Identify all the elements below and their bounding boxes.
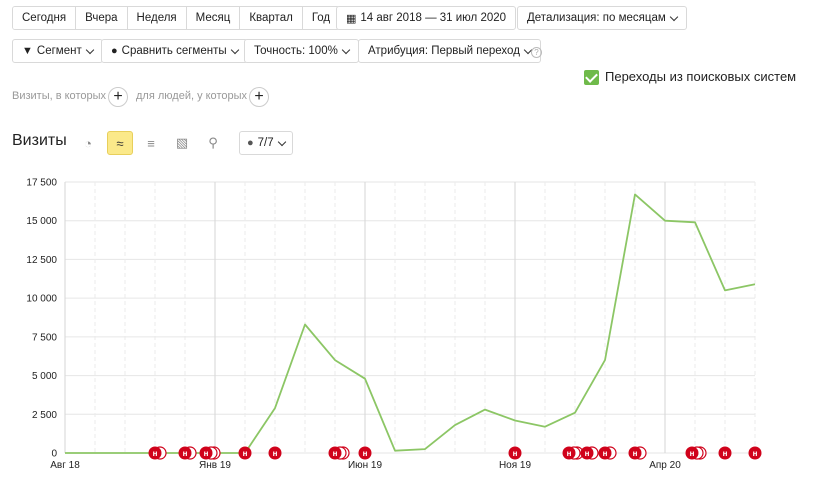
period-yesterday-button[interactable]: Вчера: [76, 7, 128, 29]
period-week-button[interactable]: Неделя: [127, 7, 187, 29]
chevron-down-icon: [230, 45, 239, 54]
x-tick-label: Июн 19: [348, 460, 383, 471]
period-month-button[interactable]: Месяц: [186, 7, 241, 29]
attribution-dropdown[interactable]: Атрибуция: Первый переход: [358, 39, 541, 63]
drops-icon: ●: [111, 45, 118, 57]
area-chart-icon[interactable]: ≡: [138, 131, 164, 155]
map-pin-icon[interactable]: ⚲: [200, 131, 226, 155]
pie-chart-icon[interactable]: ◔: [75, 131, 101, 155]
annotation-marker-label: н: [333, 449, 338, 458]
annotation-marker-label: н: [723, 449, 728, 458]
segment-label: Сегмент: [36, 45, 82, 57]
annotation-marker-label: н: [690, 449, 695, 458]
comment-icon: ●: [247, 137, 254, 149]
bar-chart-icon[interactable]: ▧: [169, 131, 195, 155]
visits-line-chart[interactable]: 0 2 500 5 000 7 500 10 000 12 500 15 000 17 500…: [0, 170, 825, 475]
y-tick-label: 17 500: [26, 178, 57, 189]
annotation-marker-label: н: [603, 449, 608, 458]
detail-dropdown[interactable]: Детализация: по месяцам: [517, 6, 687, 30]
compare-label: Сравнить сегменты: [121, 45, 227, 57]
y-tick-label: 12 500: [26, 255, 57, 266]
detail-label: Детализация: по месяцам: [527, 12, 666, 24]
segment-dropdown[interactable]: ▼ Сегмент: [12, 39, 103, 63]
accuracy-dropdown[interactable]: Точность: 100%: [244, 39, 359, 63]
chevron-down-icon: [669, 12, 679, 21]
y-tick-label: 15 000: [26, 216, 57, 227]
annotation-marker-label: н: [753, 449, 758, 458]
help-icon[interactable]: ?: [531, 47, 542, 58]
date-range-label: 14 авг 2018 — 31 июл 2020: [360, 12, 507, 24]
annotation-marker-label: н: [273, 449, 278, 458]
page-title: Визиты: [12, 132, 67, 149]
annotation-marker-label: н: [633, 449, 638, 458]
period-quarter-button[interactable]: Квартал: [240, 7, 303, 29]
date-range-button[interactable]: ▦ 14 авг 2018 — 31 июл 2020: [336, 6, 517, 30]
line-chart-icon[interactable]: ≈: [107, 131, 133, 155]
attribution-label: Атрибуция: Первый переход: [368, 45, 520, 57]
period-year-button[interactable]: Год: [302, 7, 340, 29]
annotations-dropdown[interactable]: ● 7/7: [239, 131, 293, 155]
y-tick-label: 5 000: [32, 371, 57, 382]
annotations-count: 7/7: [257, 137, 274, 149]
add-people-condition-button[interactable]: +: [249, 87, 269, 107]
x-tick-label: Ноя 19: [499, 460, 532, 471]
annotation-marker-label: н: [567, 449, 572, 458]
y-tick-label: 2 500: [32, 410, 57, 421]
annotation-marker-label: н: [513, 449, 518, 458]
x-tick-label: Янв 19: [199, 460, 231, 471]
annotation-marker-label: н: [243, 449, 248, 458]
y-tick-label: 7 500: [32, 332, 57, 343]
annotation-marker-label: н: [153, 449, 158, 458]
annotation-marker-label: н: [204, 449, 209, 458]
add-visit-condition-button[interactable]: +: [108, 87, 128, 107]
funnel-icon: ▼: [22, 45, 33, 57]
y-tick-label: 0: [51, 449, 57, 460]
period-today-button[interactable]: Сегодня: [13, 7, 77, 29]
chevron-down-icon: [277, 137, 286, 146]
accuracy-label: Точность: 100%: [254, 45, 338, 57]
chevron-down-icon: [85, 45, 94, 54]
search-engines-checkbox[interactable]: [584, 70, 599, 85]
chevron-down-icon: [341, 45, 351, 54]
x-tick-label: Апр 20: [649, 460, 681, 471]
people-condition-label: для людей, у которых: [136, 90, 247, 102]
search-engines-label[interactable]: Переходы из поисковых систем: [605, 69, 796, 84]
period-selector: Сегодня Вчера Неделя Месяц Квартал Год: [12, 6, 341, 30]
annotation-marker-label: н: [363, 449, 368, 458]
visits-condition-label: Визиты, в которых: [12, 90, 106, 102]
y-tick-label: 10 000: [26, 294, 57, 305]
x-tick-label: Авг 18: [50, 460, 80, 471]
compare-segments-dropdown[interactable]: ● Сравнить сегменты: [101, 39, 248, 63]
calendar-icon: ▦: [346, 12, 357, 25]
annotation-marker-label: н: [585, 449, 590, 458]
annotation-marker-label: н: [183, 449, 188, 458]
